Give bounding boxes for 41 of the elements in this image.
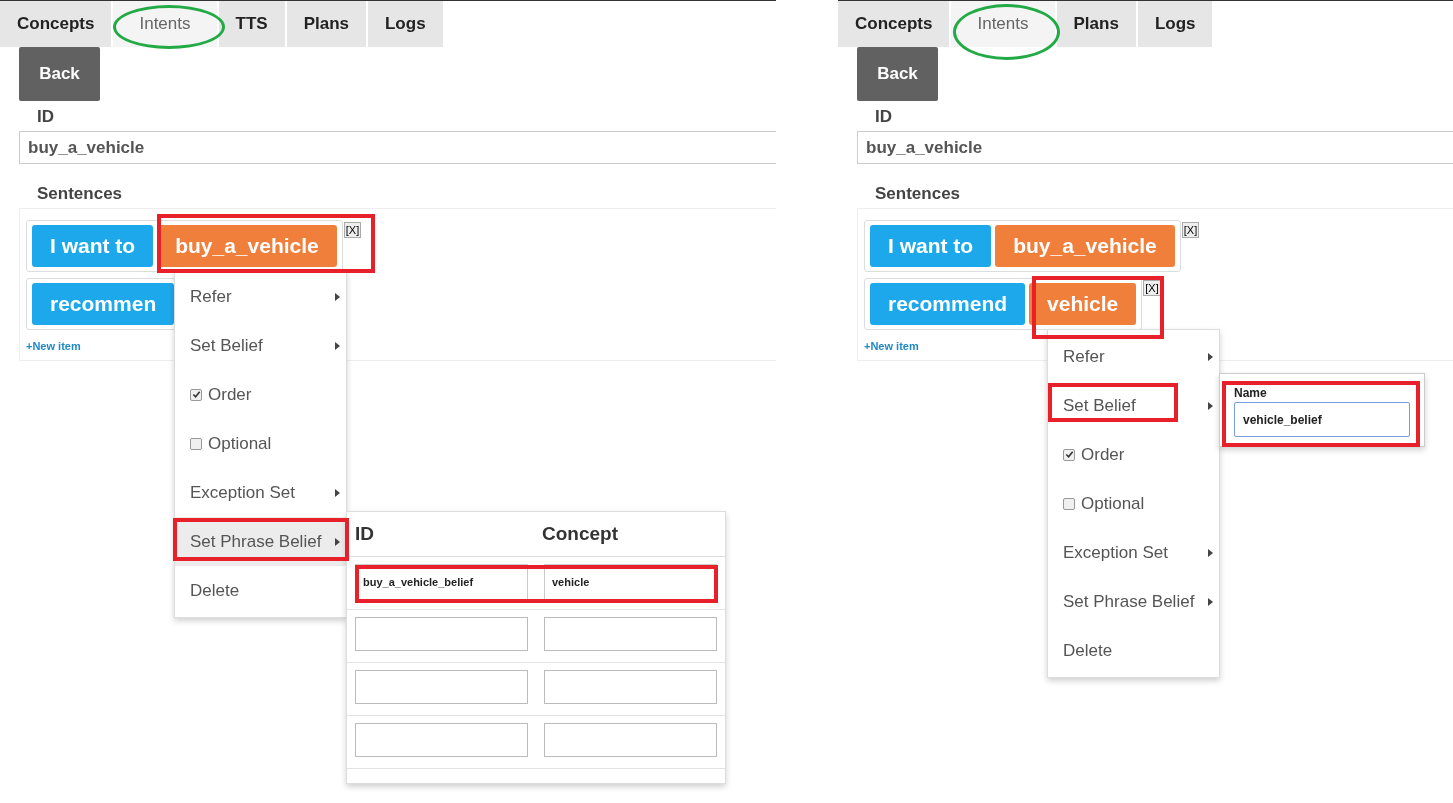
remove-button[interactable]: [X] — [1181, 222, 1200, 238]
id-field[interactable]: buy_a_vehicle — [19, 131, 776, 164]
menu-item[interactable]: Exception Set — [175, 468, 346, 517]
column-header: ID — [355, 523, 374, 545]
tab[interactable]: Intents — [951, 1, 1055, 47]
menu-item[interactable]: Optional — [175, 419, 346, 468]
tab[interactable]: Intents — [113, 1, 217, 47]
id-label: ID — [37, 107, 54, 127]
menu-item[interactable]: Refer — [175, 272, 346, 321]
tab[interactable]: Plans — [286, 1, 366, 47]
menu-item[interactable]: Set Phrase Belief — [1048, 577, 1219, 626]
menu-item[interactable]: Order — [1048, 430, 1219, 479]
table-cell: vehicle — [544, 564, 717, 602]
column-header: Concept — [542, 523, 618, 545]
sentences-label: Sentences — [37, 184, 123, 204]
id-field[interactable]: buy_a_vehicle — [857, 131, 1453, 164]
new-item-link[interactable]: +New item — [26, 340, 81, 352]
menu-item[interactable]: Optional — [1048, 479, 1219, 528]
new-item-link[interactable]: +New item — [864, 340, 919, 352]
name-label: Name — [1234, 386, 1268, 400]
menu-item[interactable]: Delete — [1048, 626, 1219, 675]
tab[interactable]: TTS — [218, 1, 285, 47]
tab[interactable]: Logs — [368, 1, 443, 47]
tab[interactable]: Plans — [1056, 1, 1136, 47]
remove-button[interactable]: [X] — [343, 222, 362, 238]
menu-item[interactable]: Exception Set — [1048, 528, 1219, 577]
menu-item[interactable]: Set Belief — [1048, 381, 1219, 430]
name-input-field[interactable]: vehicle_belief — [1234, 402, 1410, 437]
menu-item[interactable]: Set Belief — [175, 321, 346, 370]
tab[interactable]: Concepts — [0, 1, 112, 47]
tab[interactable]: Concepts — [838, 1, 950, 47]
remove-button[interactable]: [X] — [1143, 280, 1161, 296]
table-cell: buy_a_vehicle_belief — [355, 564, 528, 602]
menu-item[interactable]: Refer — [1048, 332, 1219, 381]
back-button[interactable]: Back — [19, 47, 100, 101]
sentences-label: Sentences — [875, 184, 961, 204]
id-label: ID — [875, 107, 892, 127]
tab[interactable]: Logs — [1137, 1, 1213, 47]
menu-item[interactable]: Order — [175, 370, 346, 419]
back-button[interactable]: Back — [857, 47, 938, 101]
menu-item[interactable]: Delete — [175, 566, 346, 615]
